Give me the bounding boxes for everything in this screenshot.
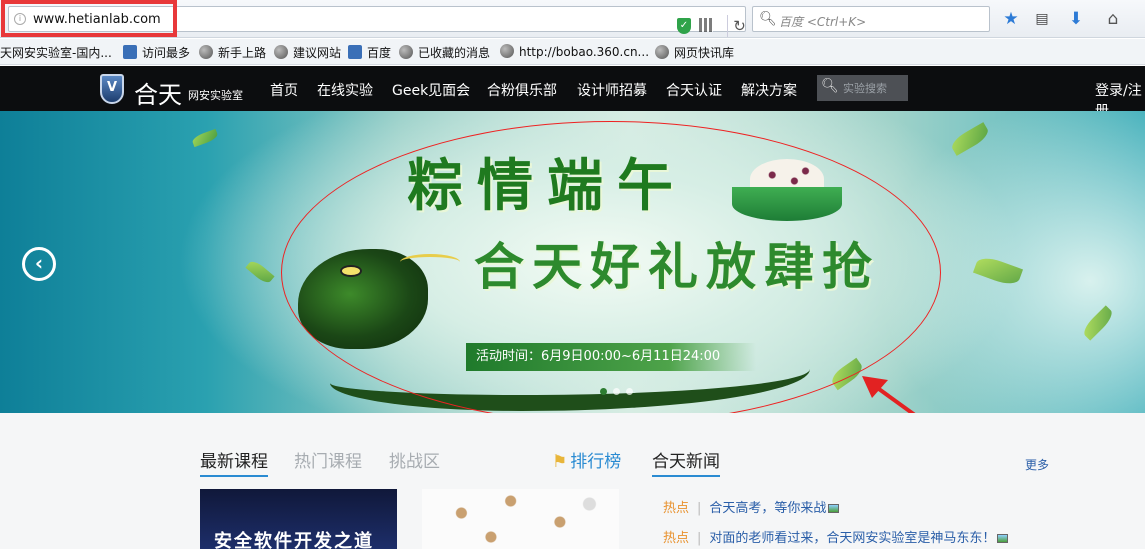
slide-indicator — [600, 384, 639, 398]
red-arrow-annotation — [862, 376, 916, 413]
highlight-ellipse-annotation — [281, 121, 941, 413]
course-card-title: 安全软件开发之道 — [214, 531, 374, 549]
site-header: V 合天 网安实验室 首页 在线实验 Geek见面会 合粉俱乐部 设计师招募 合… — [0, 66, 1145, 119]
download-icon[interactable]: ⬇ — [1065, 8, 1087, 30]
leaf-decoration — [972, 253, 1024, 289]
news-tag: 热点 — [663, 531, 690, 546]
leaf-decoration — [948, 122, 992, 156]
leaf-decoration — [191, 128, 219, 148]
news-section-title: 合天新闻 — [652, 447, 720, 477]
course-news-section: 最新课程 热门课程 挑战区 ⚑ 排行榜 合天新闻 更多 安全软件开发之道 热点 | 合… — [0, 413, 1145, 549]
more-news-link[interactable]: 更多 — [1025, 456, 1049, 473]
globe-icon — [274, 45, 288, 59]
bookmark-item[interactable]: 已收藏的消息 — [399, 44, 490, 61]
slide-dot[interactable] — [626, 388, 633, 395]
course-card[interactable]: 安全软件开发之道 — [200, 489, 397, 549]
image-icon — [828, 504, 840, 513]
course-card[interactable] — [422, 489, 619, 549]
search-icon: 🔍︎ — [759, 11, 777, 27]
globe-icon — [655, 45, 669, 59]
bookmark-item[interactable]: 网页快讯库 — [655, 44, 734, 61]
hero-banner[interactable]: 粽情端午 合天好礼放肆抢 活动时间：6月9日00:00~6月11日24:00 ‹ — [0, 111, 1145, 413]
browser-toolbar: i www.hetianlab.com ✓ ↻ 🔍︎ 百度 <Ctrl+K> ★… — [0, 0, 1145, 38]
news-item[interactable]: 热点 | 合天高考，等你来战 — [663, 497, 840, 516]
site-search-placeholder: 实验搜索 — [843, 82, 887, 95]
ranking-link[interactable]: ⚑ 排行榜 — [552, 447, 621, 472]
reading-list-icon[interactable]: ▤ — [1031, 8, 1053, 30]
bookmark-item[interactable]: 天网安实验室-国内... — [0, 44, 112, 61]
nav-solutions[interactable]: 解决方案 — [741, 80, 797, 100]
news-separator: | — [697, 531, 702, 546]
bookmark-item[interactable]: 建议网站 — [274, 44, 341, 61]
search-icon[interactable]: 🔍︎ — [821, 78, 839, 94]
prev-slide-button[interactable]: ‹ — [22, 247, 56, 281]
leaf-decoration — [1080, 305, 1116, 341]
globe-icon — [199, 45, 213, 59]
news-item[interactable]: 热点 | 对面的老师看过来，合天网安实验室是神马东东！ — [663, 527, 1009, 546]
image-icon — [997, 534, 1009, 543]
bookmark-item[interactable]: 访问最多 — [123, 44, 190, 61]
url-highlight-box — [1, 0, 177, 37]
shield-icon[interactable]: ✓ — [677, 18, 691, 34]
tab-hot-courses[interactable]: 热门课程 — [294, 447, 362, 472]
news-tag: 热点 — [663, 501, 690, 516]
bookmarks-toolbar: 天网安实验室-国内... 访问最多 新手上路 建议网站 百度 已收藏的消息 ht… — [0, 39, 1145, 65]
news-link[interactable]: 对面的老师看过来，合天网安实验室是神马东东！ — [709, 531, 995, 546]
globe-icon — [500, 44, 514, 58]
nav-home[interactable]: 首页 — [270, 80, 298, 100]
tab-challenge-zone[interactable]: 挑战区 — [389, 447, 440, 472]
nav-online-lab[interactable]: 在线实验 — [317, 80, 373, 100]
baidu-icon — [348, 45, 362, 59]
nav-designer-recruit[interactable]: 设计师招募 — [577, 80, 647, 100]
bookmark-item[interactable]: 百度 — [348, 44, 391, 61]
red-arrow-shaft — [870, 382, 916, 413]
nav-fan-club[interactable]: 合粉俱乐部 — [487, 80, 557, 100]
flag-icon: ⚑ — [552, 452, 568, 472]
bookmark-item[interactable]: http://bobao.360.cn... — [500, 44, 649, 59]
search-bar[interactable]: 🔍︎ 百度 <Ctrl+K> — [752, 6, 990, 32]
site-search-input[interactable]: 🔍︎ 实验搜索 — [817, 75, 908, 101]
nav-certification[interactable]: 合天认证 — [666, 80, 722, 100]
bookmark-star-icon[interactable]: ★ — [1000, 8, 1022, 30]
logo-icon[interactable]: V — [100, 74, 124, 104]
nav-geek-meetup[interactable]: Geek见面会 — [392, 80, 470, 100]
leaf-decoration — [245, 258, 275, 286]
news-link[interactable]: 合天高考，等你来战 — [709, 501, 826, 516]
news-separator: | — [697, 501, 702, 516]
search-placeholder: 百度 <Ctrl+K> — [779, 15, 867, 29]
slide-dot[interactable] — [613, 388, 620, 395]
tab-latest-courses[interactable]: 最新课程 — [200, 447, 268, 477]
logo-subtext: 网安实验室 — [188, 89, 243, 102]
logo-text[interactable]: 合天 — [134, 75, 182, 110]
home-icon[interactable]: ⌂ — [1102, 8, 1124, 30]
bookmark-item[interactable]: 新手上路 — [199, 44, 266, 61]
slide-dot[interactable] — [600, 388, 607, 395]
qr-code-icon[interactable] — [699, 18, 713, 32]
globe-icon — [399, 45, 413, 59]
bookmark-folder-icon — [123, 45, 137, 59]
reload-icon[interactable]: ↻ — [727, 15, 751, 37]
